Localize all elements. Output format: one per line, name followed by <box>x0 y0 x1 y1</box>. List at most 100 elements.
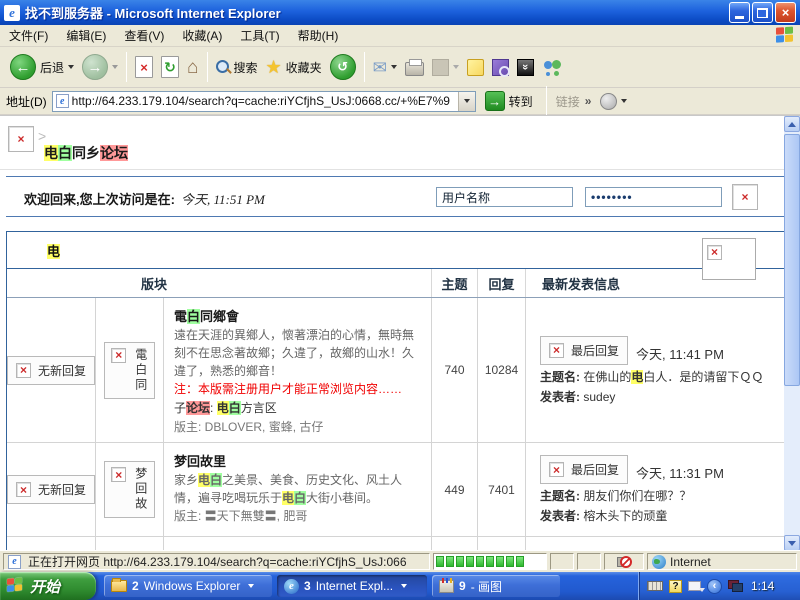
login-broken-image-button[interactable] <box>732 184 758 210</box>
go-button[interactable]: → 转到 <box>481 89 537 113</box>
taskbar-button-label: Windows Explorer <box>144 579 241 593</box>
ime-help-icon[interactable]: ? <box>669 580 682 593</box>
topic-label: 主题名: <box>540 489 580 503</box>
security-zone-label: Internet <box>670 555 711 569</box>
print-button[interactable] <box>401 56 428 78</box>
messenger-button[interactable] <box>538 57 566 78</box>
security-zone-pane: Internet <box>647 553 797 570</box>
broken-image-icon <box>111 467 126 482</box>
screen: e 找不到服务器 - Microsoft Internet Explorer ×… <box>0 0 800 600</box>
home-button[interactable]: ⌂ <box>183 56 202 79</box>
last-reply-button[interactable]: 最后回复 <box>540 455 628 484</box>
group-dropdown-icon[interactable] <box>248 584 254 588</box>
category-bar: 电 <box>7 232 784 269</box>
new-reply-status-cell: 无新回复 <box>7 443 95 536</box>
research-button[interactable] <box>488 57 513 78</box>
subforum-link[interactable]: 子论坛: 电白方言区 <box>174 399 421 418</box>
network-icon[interactable] <box>728 580 743 592</box>
mail-button[interactable]: ✉ <box>369 57 401 78</box>
menu-view[interactable]: 查看(V) <box>115 25 173 46</box>
address-input[interactable] <box>72 94 458 108</box>
refresh-button[interactable]: ↻ <box>157 54 183 80</box>
go-label: 转到 <box>509 93 533 110</box>
category-title[interactable]: 电 <box>47 241 60 260</box>
close-button[interactable]: × <box>775 2 796 23</box>
window-switch-icon[interactable] <box>688 581 701 591</box>
window-title: 找不到服务器 - Microsoft Internet Explorer <box>25 3 727 22</box>
tray-clock[interactable]: 1:14 <box>751 579 774 593</box>
group-dropdown-icon[interactable] <box>401 584 407 588</box>
broken-image-icon <box>16 363 31 378</box>
favorites-button[interactable]: ★ 收藏夹 <box>262 56 326 78</box>
scroll-up-button[interactable] <box>784 116 800 132</box>
loading-page-icon: e <box>8 555 21 569</box>
welcome-text: 欢迎回来,您上次访问是在:今天, 11:51 PM <box>24 189 265 208</box>
note-icon <box>467 59 484 76</box>
flashget-button[interactable]: » <box>513 57 538 78</box>
last-reply-button[interactable]: 最后回复 <box>540 336 628 365</box>
scrollbar-thumb[interactable] <box>784 134 800 386</box>
print-icon <box>405 62 424 76</box>
minimize-button[interactable] <box>729 2 750 23</box>
stop-button[interactable]: × <box>131 54 157 80</box>
mail-icon: ✉ <box>373 59 387 76</box>
forum-info-cell: 電白同鄉會 遠在天涯的異鄉人，懷著漂泊的心情，無時無刻不在思念著故鄉；久違了，故… <box>163 298 431 442</box>
links-chevron-icon[interactable]: » <box>585 94 592 108</box>
back-icon: ← <box>10 54 36 80</box>
last-topic-link[interactable]: 在佛山的电白人．是的请留下ＱＱ <box>583 370 763 384</box>
vertical-scrollbar[interactable] <box>784 116 800 551</box>
last-poster-link[interactable]: 榕木头下的顽童 <box>583 509 667 523</box>
last-poster-link[interactable]: sudey <box>583 390 615 404</box>
topics-count: 449 <box>431 443 477 536</box>
edit-button[interactable] <box>428 57 463 78</box>
header-forum: 版块 <box>7 269 431 297</box>
menu-file[interactable]: 文件(F) <box>0 25 57 46</box>
menu-favorites[interactable]: 收藏(A) <box>173 25 231 46</box>
forum-row: 无新回复 電白同 電白同鄉會 遠在天涯的異鄉人，懷著漂泊的心情，無時無刻不在思念… <box>7 298 784 443</box>
category-broken-image <box>702 238 756 280</box>
taskbar-button-paint[interactable]: 9 - 画图 <box>432 575 560 597</box>
password-input[interactable] <box>585 187 722 207</box>
address-separator <box>546 86 547 116</box>
taskbar-button-explorer[interactable]: 2 Windows Explorer <box>104 575 272 597</box>
history-button[interactable]: ↺ <box>326 52 360 82</box>
address-dropdown-button[interactable] <box>458 92 475 111</box>
messenger-icon <box>542 59 562 76</box>
menu-help[interactable]: 帮助(H) <box>289 25 348 46</box>
forward-dropdown-icon <box>112 65 118 69</box>
scroll-down-button[interactable] <box>784 535 800 551</box>
restore-button[interactable] <box>752 2 773 23</box>
forum-icon-alt-text: 梦回故 <box>133 467 147 512</box>
breadcrumb-chevron: > <box>38 128 46 144</box>
messenger-note-button[interactable] <box>463 57 488 78</box>
back-dropdown-icon[interactable] <box>68 65 74 69</box>
forum-title-link[interactable]: 電白同鄉會 <box>174 306 421 325</box>
stop-icon: × <box>135 56 153 78</box>
start-button[interactable]: 开始 <box>0 572 96 600</box>
hide-icons-chevron[interactable]: ‹ <box>707 579 722 594</box>
forum-title-link[interactable]: 梦回故里 <box>174 451 421 470</box>
keyboard-layout-icon[interactable] <box>647 581 663 591</box>
links-label: 链接 <box>556 93 580 110</box>
site-title[interactable]: 电白同乡论坛 <box>44 143 128 163</box>
taskbar-button-label: - 画图 <box>471 578 502 595</box>
topics-count: 740 <box>431 298 477 442</box>
last-post-time: 今天, 11:41 PM <box>636 344 724 365</box>
username-input[interactable] <box>436 187 573 207</box>
forum-category-box: 电 版块 主题 回复 最新发表信息 无新回复 <box>6 231 785 551</box>
status-pane-empty <box>577 553 601 570</box>
taskbar-button-ie[interactable]: e 3 Internet Expl... <box>277 575 427 597</box>
menu-edit[interactable]: 编辑(E) <box>57 25 115 46</box>
group-count: 3 <box>304 579 311 593</box>
forum-icon-placeholder: 梦回故 <box>104 461 154 518</box>
back-button[interactable]: ← 后退 <box>6 52 78 82</box>
last-post-cell: 最后回复 今天, 11:31 PM 主题名: 朋友们你们在哪？？ 发表者: 榕木… <box>525 443 784 536</box>
forward-button[interactable]: → <box>78 52 122 82</box>
broken-image-icon <box>707 245 722 260</box>
no-new-reply-label: 无新回复 <box>38 362 86 379</box>
title-bar: e 找不到服务器 - Microsoft Internet Explorer × <box>0 0 800 25</box>
last-topic-link[interactable]: 朋友们你们在哪？？ <box>583 489 691 503</box>
search-button[interactable]: 搜索 <box>212 57 262 78</box>
menu-tools[interactable]: 工具(T) <box>231 25 288 46</box>
addon-button[interactable] <box>596 91 631 112</box>
